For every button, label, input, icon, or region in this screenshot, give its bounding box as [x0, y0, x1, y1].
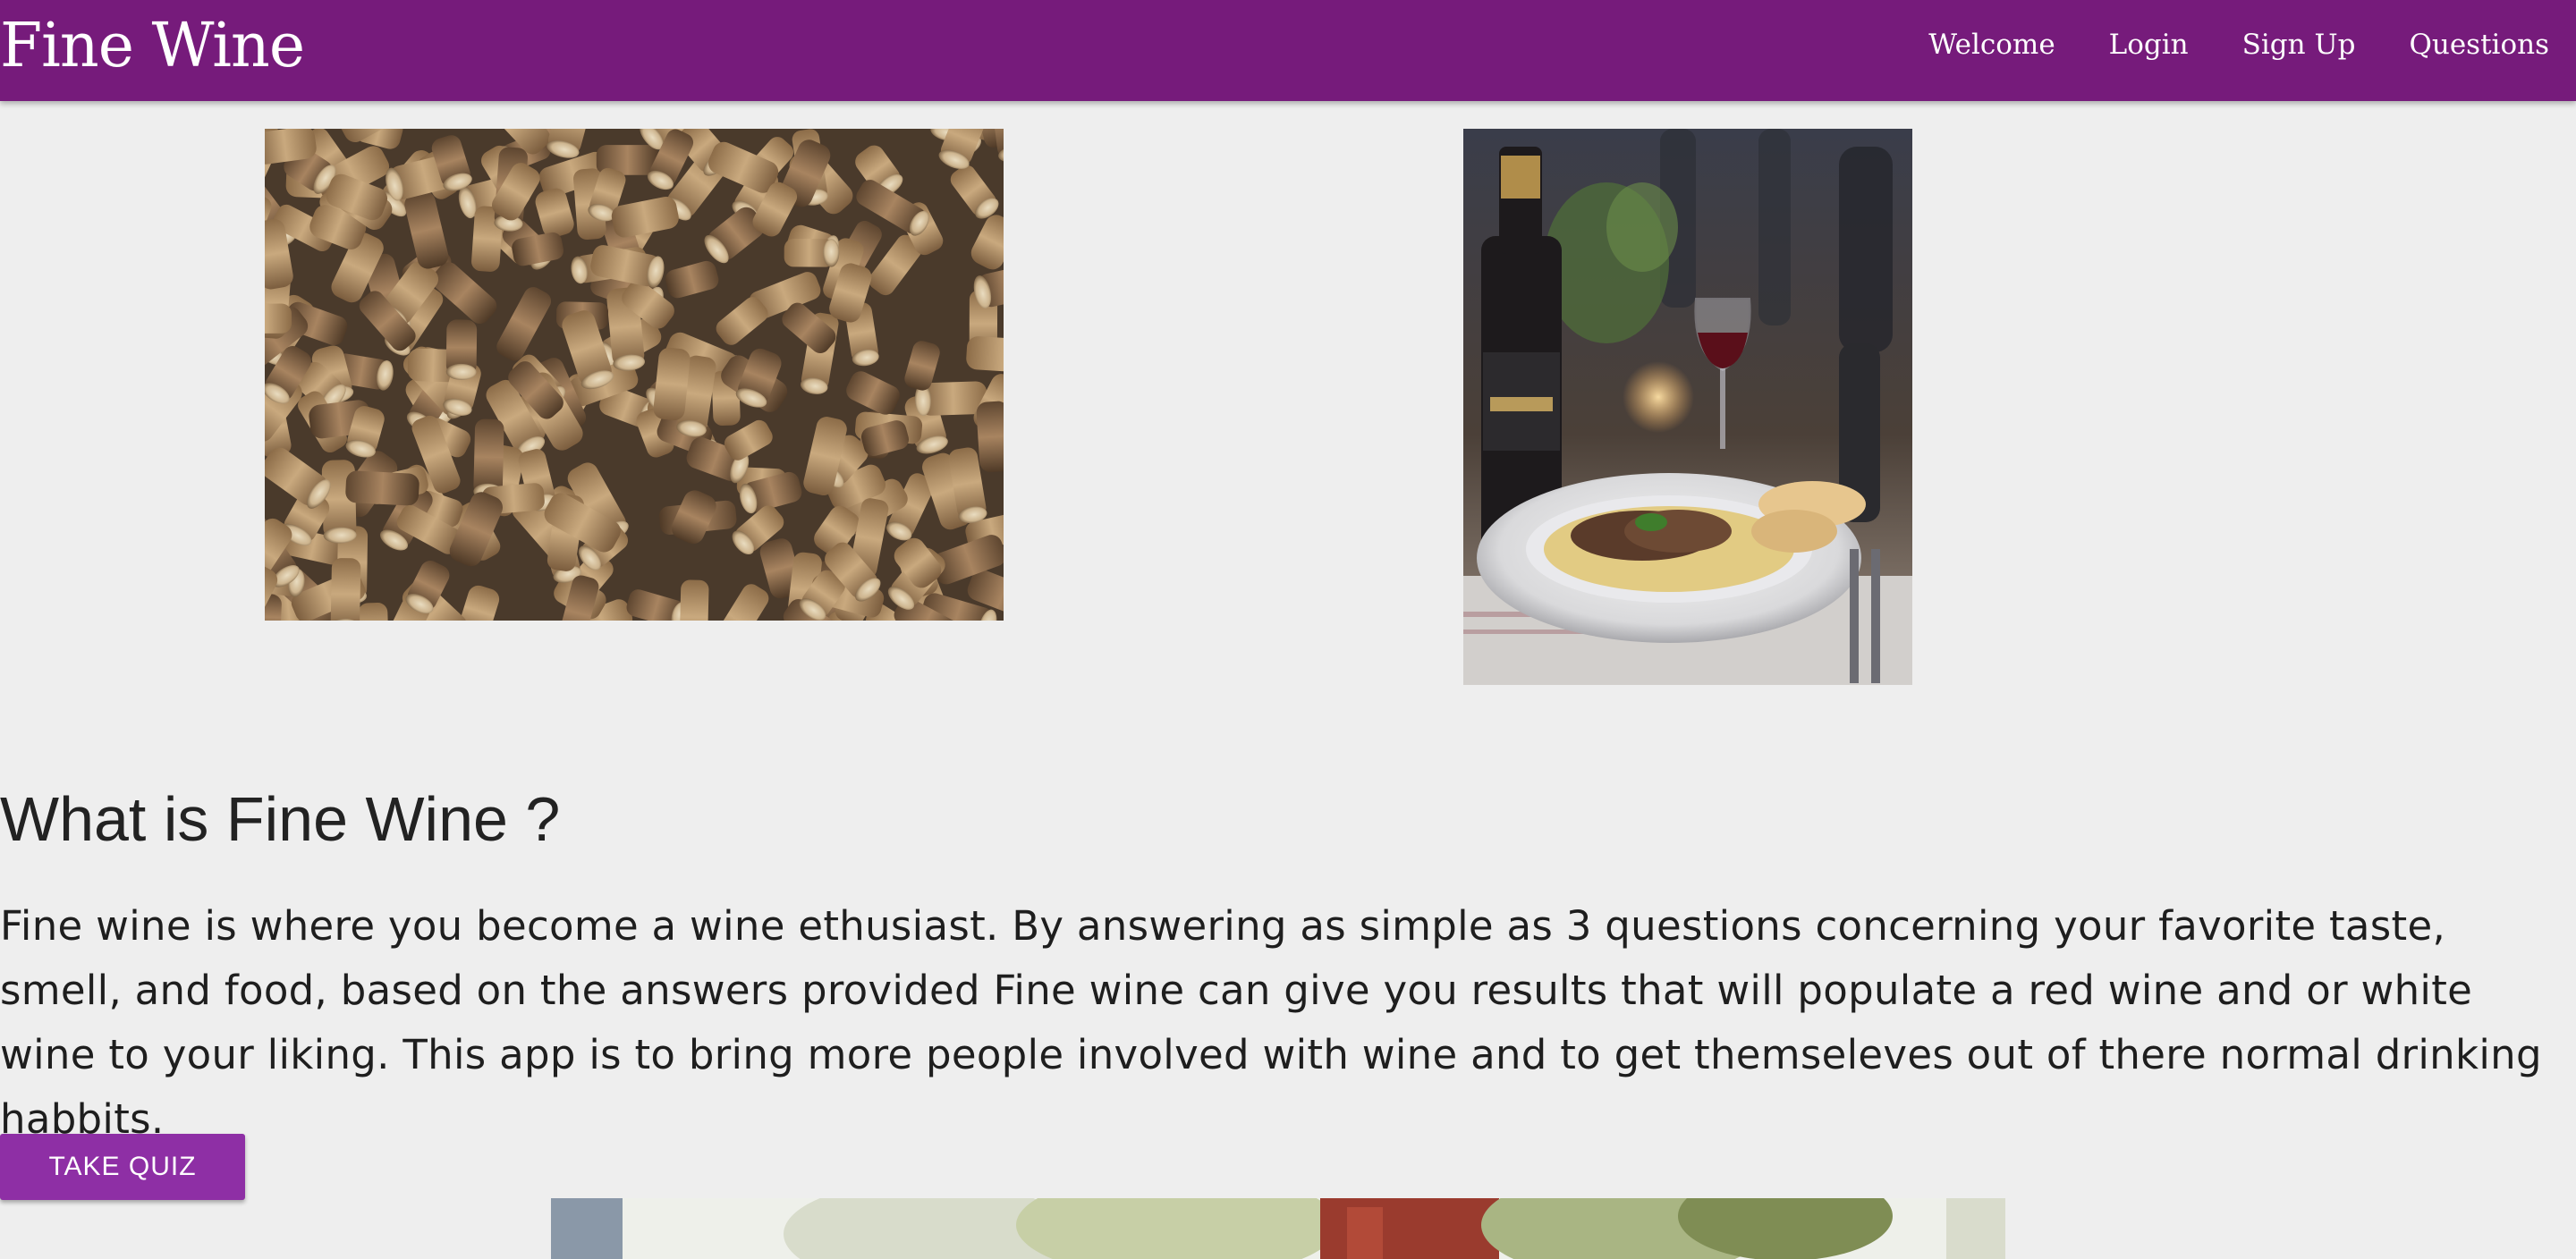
- people-wine-image: [551, 1198, 2005, 1259]
- nav-link-login[interactable]: Login: [2109, 27, 2189, 63]
- dinner-image: [1463, 129, 1912, 685]
- take-quiz-button[interactable]: TAKE QUIZ: [0, 1134, 245, 1200]
- nav-link-questions[interactable]: Questions: [2409, 27, 2549, 63]
- page-title: What is Fine Wine ?: [0, 784, 561, 854]
- intro-paragraph: Fine wine is where you become a wine eth…: [0, 902, 2542, 1143]
- navbar: Fine Wine Welcome Login Sign Up Question…: [0, 0, 2576, 101]
- nav-link-sign-up[interactable]: Sign Up: [2242, 27, 2356, 63]
- nav-links: Welcome Login Sign Up Questions: [1875, 27, 2549, 63]
- brand-logo[interactable]: Fine Wine: [0, 11, 305, 82]
- corks-image: [265, 129, 1004, 621]
- nav-link-welcome[interactable]: Welcome: [1928, 27, 2055, 63]
